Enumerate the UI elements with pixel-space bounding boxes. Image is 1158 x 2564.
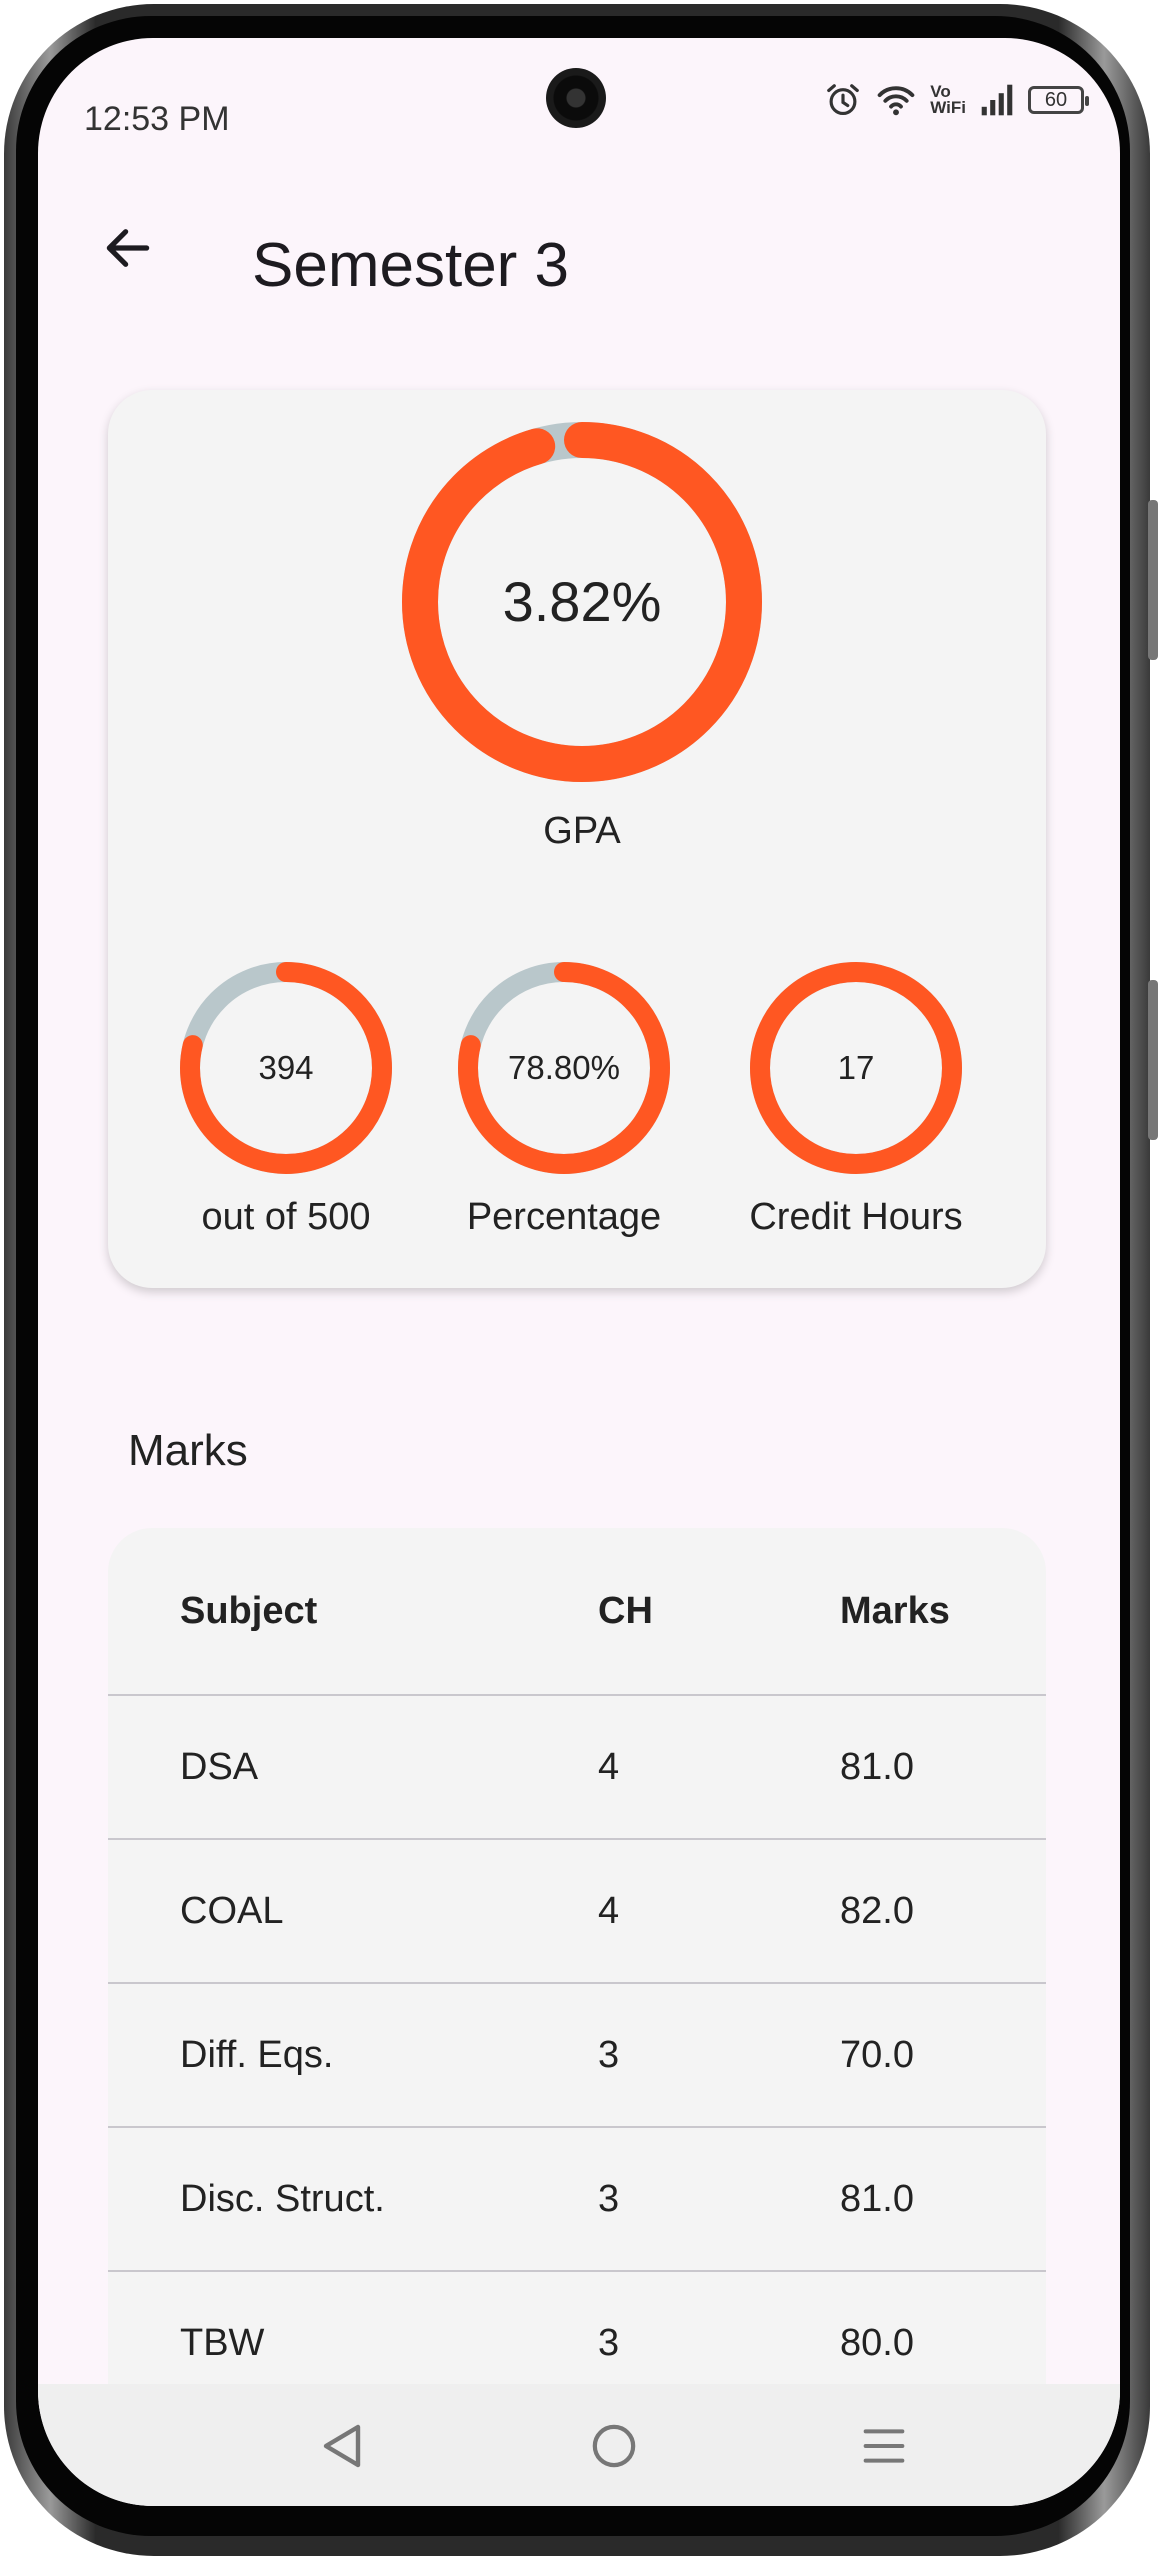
screen: 12:53 PM Vo WiFi 60 Semester 3 3.82% GPA…: [38, 38, 1120, 2506]
header-ch: CH: [598, 1590, 653, 1632]
table-header-row: Subject CH Marks: [108, 1528, 1046, 1696]
back-button[interactable]: [88, 208, 168, 288]
cell-subject: Diff. Eqs.: [180, 2034, 334, 2076]
cell-ch: 3: [598, 2034, 620, 2076]
cell-subject: COAL: [180, 1890, 284, 1932]
cell-subject: DSA: [180, 1746, 259, 1788]
table-row: Disc. Struct. 3 81.0: [108, 2128, 1046, 2272]
gpa-label: GPA: [543, 810, 621, 852]
signal-icon: [981, 84, 1013, 116]
alarm-icon: [827, 84, 860, 116]
cell-ch: 3: [598, 2178, 620, 2220]
credit-hours-label: Credit Hours: [749, 1196, 963, 1238]
battery-icon: 60: [1028, 86, 1089, 114]
gpa-value: 3.82%: [502, 570, 662, 633]
cell-marks: 70.0: [840, 2034, 914, 2076]
header-marks: Marks: [840, 1590, 950, 1632]
back-triangle-icon: [323, 2424, 361, 2468]
status-icons: Vo WiFi 60: [824, 80, 1089, 120]
cell-ch: 4: [598, 1890, 620, 1932]
total-marks-label: out of 500: [201, 1196, 371, 1238]
cell-marks: 81.0: [840, 2178, 914, 2220]
summary-card: 3.82% GPA 394 out of 500 78.80% Percenta…: [108, 390, 1046, 1288]
table-row: COAL 4 82.0: [108, 1840, 1046, 1984]
vowifi-bottom-text: WiFi: [930, 98, 966, 117]
menu-lines-icon: [863, 2429, 905, 2463]
front-camera: [546, 68, 606, 128]
total-marks-value: 394: [258, 1049, 314, 1086]
page-title: Semester 3: [252, 231, 570, 300]
wifi-icon: [877, 86, 915, 116]
system-nav-bar: [38, 2384, 1120, 2506]
nav-home-button[interactable]: [574, 2406, 654, 2486]
percentage-label: Percentage: [466, 1196, 662, 1238]
header-subject: Subject: [180, 1590, 318, 1632]
arrow-left-icon: [106, 229, 150, 267]
home-circle-icon: [592, 2424, 636, 2468]
table-row: DSA 4 81.0: [108, 1696, 1046, 1840]
nav-back-button[interactable]: [302, 2406, 382, 2486]
marks-section-title: Marks: [128, 1426, 248, 1475]
percentage-value: 78.80%: [508, 1049, 620, 1086]
table-row: Diff. Eqs. 3 70.0: [108, 1984, 1046, 2128]
cell-ch: 4: [598, 1746, 620, 1788]
marks-table: Subject CH Marks DSA 4 81.0 COAL 4 82.0 …: [108, 1528, 1046, 2428]
credit-hours-value: 17: [837, 1049, 875, 1086]
vowifi-indicator: Vo WiFi: [930, 83, 966, 117]
side-button-volume: [1148, 500, 1158, 660]
nav-menu-button[interactable]: [844, 2406, 924, 2486]
cell-subject: Disc. Struct.: [180, 2178, 385, 2220]
status-time: 12:53 PM: [84, 100, 230, 138]
cell-marks: 82.0: [840, 1890, 914, 1932]
side-button-power: [1148, 980, 1158, 1140]
cell-marks: 81.0: [840, 1746, 914, 1788]
